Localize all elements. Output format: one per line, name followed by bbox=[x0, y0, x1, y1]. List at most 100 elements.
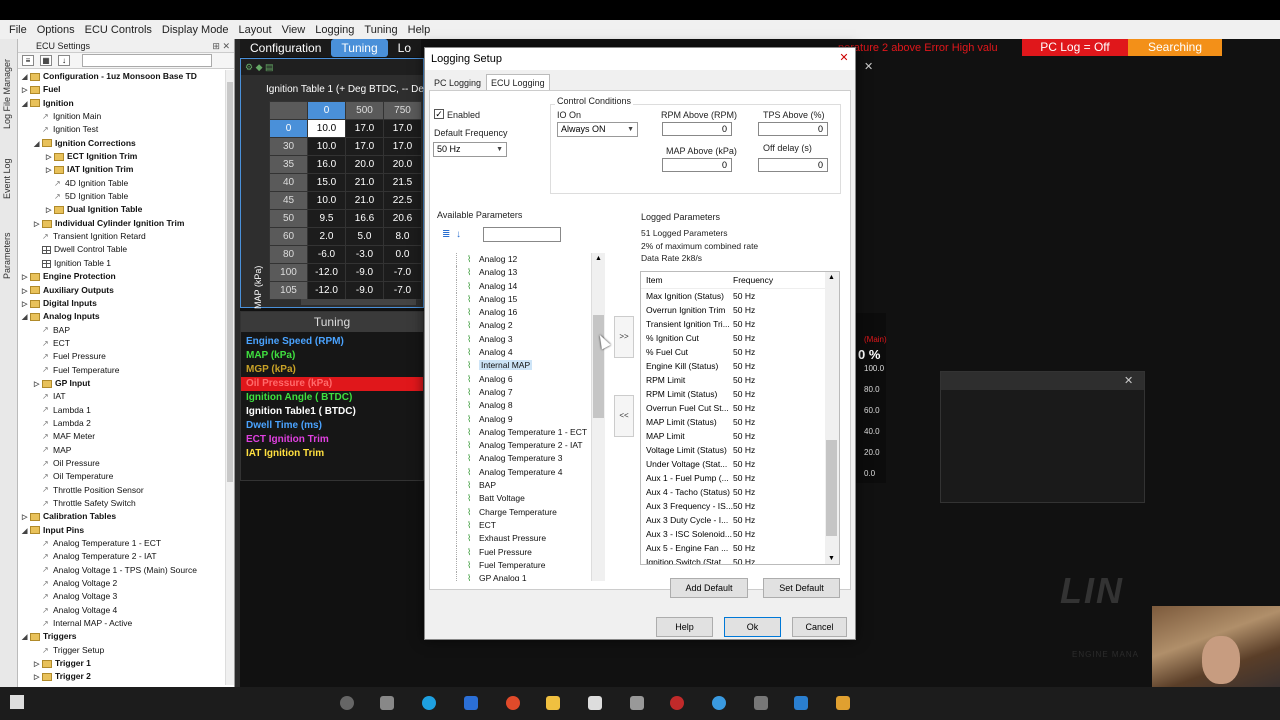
expand-toggle-icon[interactable]: ▷ bbox=[46, 204, 54, 217]
menu-file[interactable]: File bbox=[4, 24, 32, 36]
tree-row[interactable]: Ignition Table 1 bbox=[18, 257, 226, 270]
taskbar-folder-icon[interactable] bbox=[546, 696, 560, 710]
tree-row[interactable]: ↗ BAP bbox=[18, 324, 226, 337]
tree-row[interactable]: ▷ Calibration Tables bbox=[18, 510, 226, 523]
tree-row[interactable]: ↗ MAP bbox=[18, 444, 226, 457]
logged-parameter-row[interactable]: Aux 3 - ISC Solenoid... 50 Hz bbox=[641, 527, 839, 541]
map-row-header[interactable]: 0 bbox=[269, 119, 308, 138]
logged-parameter-row[interactable]: Overrun Ignition Trim 50 Hz bbox=[641, 303, 839, 317]
expand-toggle-icon[interactable]: ▷ bbox=[22, 511, 30, 524]
available-parameter-item[interactable]: ⌇ Analog Temperature 3 bbox=[437, 452, 592, 466]
enabled-checkbox[interactable]: ✓ bbox=[434, 109, 444, 119]
tree-row[interactable]: ▷ ECT Ignition Trim bbox=[18, 150, 226, 163]
available-sort-icon[interactable]: ↓ bbox=[456, 229, 461, 240]
io-on-select[interactable]: Always ON ▼ bbox=[557, 122, 638, 137]
table-cell[interactable]: 20.6 bbox=[383, 209, 422, 228]
logged-parameter-row[interactable]: Overrun Fuel Cut St... 50 Hz bbox=[641, 401, 839, 415]
logged-parameter-row[interactable]: Voltage Limit (Status) 50 Hz bbox=[641, 443, 839, 457]
map-row-header[interactable]: 30 bbox=[269, 137, 308, 156]
tree-row[interactable]: ◢ Ignition Corrections bbox=[18, 137, 226, 150]
map-row-header[interactable]: 105 bbox=[269, 281, 308, 300]
expand-toggle-icon[interactable]: ▷ bbox=[46, 151, 54, 164]
remove-parameter-button[interactable]: << bbox=[614, 395, 634, 437]
tree-row[interactable]: ▷ Trigger 1 bbox=[18, 657, 226, 670]
taskbar-app3-icon[interactable] bbox=[670, 696, 684, 710]
table-cell[interactable]: 9.5 bbox=[307, 209, 346, 228]
map-row-header[interactable]: 45 bbox=[269, 191, 308, 210]
tree-row[interactable]: ↗ Internal MAP - Active bbox=[18, 617, 226, 630]
available-parameter-item[interactable]: ⌇ Analog 2 bbox=[437, 319, 592, 333]
logged-item-frequency[interactable]: 50 Hz bbox=[733, 457, 755, 471]
expand-toggle-icon[interactable]: ◢ bbox=[22, 525, 30, 538]
tree-row[interactable]: ↗ Analog Voltage 2 bbox=[18, 577, 226, 590]
taskbar-app4-icon[interactable] bbox=[712, 696, 726, 710]
logged-item-frequency[interactable]: 50 Hz bbox=[733, 401, 755, 415]
taskbar-linkecu-icon[interactable] bbox=[794, 696, 808, 710]
tree-row[interactable]: Dwell Control Table bbox=[18, 243, 226, 256]
logged-parameter-row[interactable]: % Fuel Cut 50 Hz bbox=[641, 345, 839, 359]
available-view-icon[interactable]: ≣ bbox=[442, 229, 450, 240]
tree-row[interactable]: ◢ Ignition bbox=[18, 97, 226, 110]
available-scrollbar[interactable]: ▲ bbox=[591, 253, 605, 581]
tab-tuning[interactable]: Tuning bbox=[331, 39, 388, 57]
tps-above-input[interactable]: 0 bbox=[758, 122, 828, 136]
available-parameter-item[interactable]: ⌇ Batt Voltage bbox=[437, 492, 592, 506]
available-parameter-item[interactable]: ⌇ Fuel Pressure bbox=[437, 545, 592, 559]
available-parameter-item[interactable]: ⌇ Analog 7 bbox=[437, 385, 592, 400]
tree-row[interactable]: ↗ Lambda 1 bbox=[18, 404, 226, 417]
tree-row[interactable]: ↗ Analog Temperature 2 - IAT bbox=[18, 550, 226, 563]
menu-help[interactable]: Help bbox=[403, 24, 436, 36]
available-parameter-item[interactable]: ⌇ Analog Temperature 1 - ECT bbox=[437, 425, 592, 440]
available-search-input[interactable] bbox=[483, 227, 561, 242]
available-parameter-item[interactable]: ⌇ Analog Temperature 2 - IAT bbox=[437, 439, 592, 453]
logged-parameter-row[interactable]: RPM Limit 50 Hz bbox=[641, 373, 839, 387]
taskbar-app2-icon[interactable] bbox=[630, 696, 644, 710]
logged-item-frequency[interactable]: 50 Hz bbox=[733, 541, 755, 555]
expand-toggle-icon[interactable]: ◢ bbox=[22, 311, 30, 324]
table-cell[interactable]: 10.0 bbox=[307, 119, 346, 138]
tree-row[interactable]: ▷ Digital Inputs bbox=[18, 297, 226, 310]
expand-toggle-icon[interactable]: ▷ bbox=[22, 285, 30, 298]
expand-toggle-icon[interactable]: ◢ bbox=[22, 98, 30, 111]
tuning-item[interactable]: MGP (kPa) bbox=[241, 363, 423, 377]
available-parameter-item[interactable]: ⌇ Internal MAP bbox=[437, 359, 592, 373]
tree-row[interactable]: ▷ GP Input bbox=[18, 377, 226, 390]
available-parameter-item[interactable]: ⌇ Fuel Temperature bbox=[437, 558, 592, 573]
tree-row[interactable]: ↗ Throttle Safety Switch bbox=[18, 497, 226, 510]
ok-button[interactable]: Ok bbox=[724, 617, 781, 637]
tree-row[interactable]: ▷ Dual Ignition Table bbox=[18, 203, 226, 216]
tree-row[interactable]: ▷ Trigger 2 bbox=[18, 670, 226, 683]
tree-row[interactable]: ↗ Analog Temperature 1 - ECT bbox=[18, 537, 226, 550]
tree-row[interactable]: ◢ Input Pins bbox=[18, 524, 226, 537]
taskbar-notepad-icon[interactable] bbox=[588, 696, 602, 710]
help-button[interactable]: Help bbox=[656, 617, 713, 637]
grid-view-icon[interactable]: ▦ bbox=[40, 55, 52, 66]
expand-toggle-icon[interactable]: ◢ bbox=[22, 631, 30, 644]
table-cell[interactable]: 0.0 bbox=[383, 245, 422, 264]
tree-row[interactable]: ↗ Trigger Setup bbox=[18, 644, 226, 657]
table-cell[interactable]: 8.0 bbox=[383, 227, 422, 246]
available-parameter-item[interactable]: ⌇ Exhaust Pressure bbox=[437, 532, 592, 546]
tuning-item[interactable]: Engine Speed (RPM) bbox=[241, 335, 423, 349]
available-parameter-item[interactable]: ⌇ Analog 6 bbox=[437, 372, 592, 386]
tree-row[interactable]: ▷ Auxiliary Outputs bbox=[18, 284, 226, 297]
table-cell[interactable]: 22.5 bbox=[383, 191, 422, 210]
off-delay-input[interactable]: 0 bbox=[758, 158, 828, 172]
logged-item-frequency[interactable]: 50 Hz bbox=[733, 415, 755, 429]
menu-tuning[interactable]: Tuning bbox=[359, 24, 402, 36]
tuning-item[interactable]: Dwell Time (ms) bbox=[241, 419, 423, 433]
logged-item-frequency[interactable]: 50 Hz bbox=[733, 513, 755, 527]
menu-logging[interactable]: Logging bbox=[310, 24, 359, 36]
map-row-header[interactable]: 40 bbox=[269, 173, 308, 192]
available-parameter-item[interactable]: ⌇ GP Analog 1 bbox=[437, 572, 592, 581]
table-cell[interactable]: -9.0 bbox=[345, 263, 384, 282]
expand-toggle-icon[interactable]: ▷ bbox=[34, 658, 42, 671]
logged-parameter-row[interactable]: Aux 1 - Fuel Pump (... 50 Hz bbox=[641, 471, 839, 485]
connection-status[interactable]: Searching bbox=[1128, 39, 1222, 56]
logged-parameter-row[interactable]: Ignition Switch (Stat... 50 Hz bbox=[641, 555, 839, 564]
tree-row[interactable]: ↗ Throttle Position Sensor bbox=[18, 484, 226, 497]
expand-toggle-icon[interactable]: ▷ bbox=[22, 271, 30, 284]
side-tab-parameters[interactable]: Parameters bbox=[2, 209, 15, 279]
tree-row[interactable]: ↗ Oil Pressure bbox=[18, 457, 226, 470]
cancel-button[interactable]: Cancel bbox=[792, 617, 847, 637]
